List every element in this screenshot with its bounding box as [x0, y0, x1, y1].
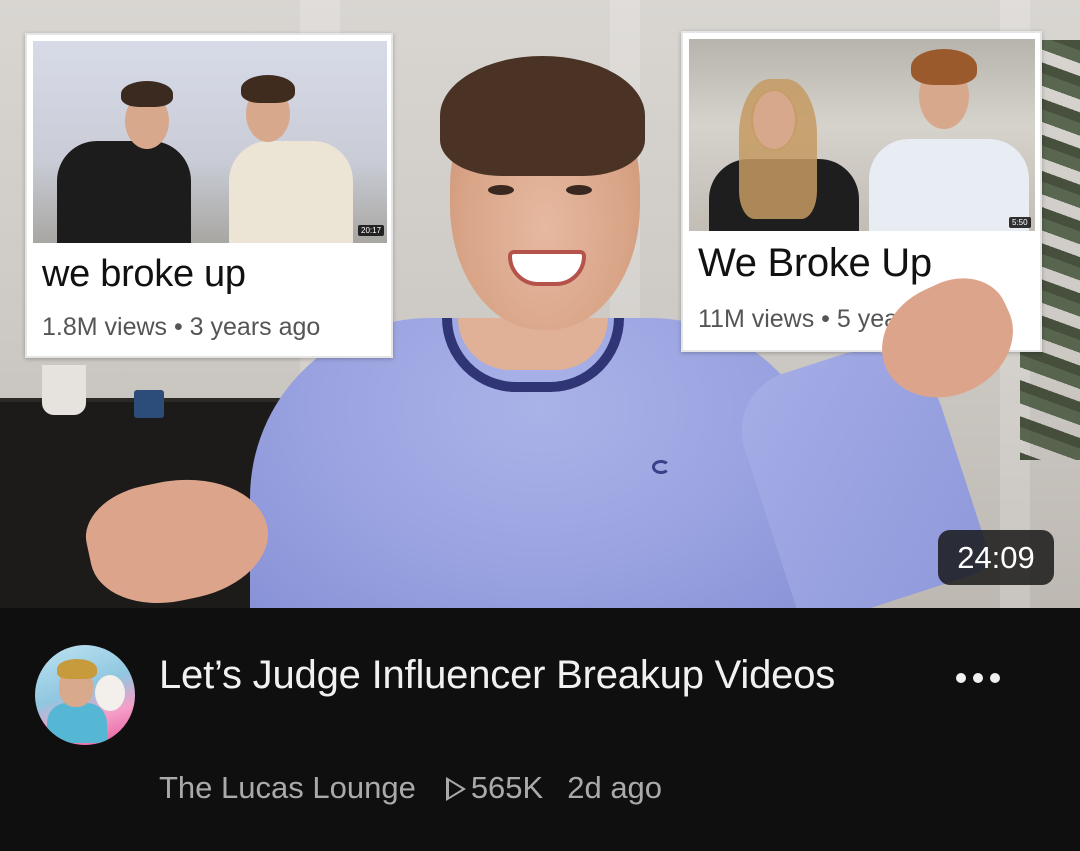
upload-age: 2d ago: [567, 770, 663, 805]
video-title[interactable]: Let’s Judge Influencer Breakup Videos: [159, 648, 859, 703]
brand-logo-icon: [652, 460, 670, 474]
mini-person-hair: [121, 81, 173, 107]
more-vertical-dots-icon: [990, 673, 1000, 683]
mini-person: [869, 139, 1029, 231]
more-vertical-dots-icon: [956, 673, 966, 683]
mini-person-face: [753, 91, 795, 149]
video-thumbnail[interactable]: 20:17 we broke up 1.8M views • 3 years a…: [0, 0, 1080, 608]
mini-person-hair: [911, 49, 977, 85]
video-duration-badge: 24:09: [938, 530, 1054, 585]
card-duration: 5:50: [1009, 217, 1031, 228]
more-options-button[interactable]: [946, 658, 1010, 698]
plant-pot: [42, 365, 86, 415]
avatar-figure-hair: [57, 659, 97, 679]
channel-name[interactable]: The Lucas Lounge: [159, 770, 416, 806]
vase: [134, 390, 164, 418]
card-image: 20:17: [33, 41, 387, 243]
mini-person-hair: [241, 75, 295, 103]
card-meta: 1.8M views • 3 years ago: [42, 313, 321, 341]
card-title: We Broke Up: [698, 241, 932, 285]
mini-person: [229, 141, 353, 243]
card-image: 5:50: [689, 39, 1035, 231]
person-eye: [488, 185, 514, 195]
card-title: we broke up: [42, 253, 246, 295]
person-eye: [566, 185, 592, 195]
card-duration: 20:17: [358, 225, 385, 236]
more-vertical-dots-icon: [973, 673, 983, 683]
video-meta: The Lucas Lounge 565K 2d ago: [159, 770, 662, 806]
video-info[interactable]: Let’s Judge Influencer Breakup Videos Th…: [0, 608, 1080, 851]
mini-person: [57, 141, 191, 243]
channel-avatar[interactable]: [35, 645, 135, 745]
person-hair: [440, 56, 645, 176]
thumbnail-card-1: 20:17 we broke up 1.8M views • 3 years a…: [25, 33, 393, 358]
view-count: 565K: [470, 770, 544, 805]
avatar-figure-body: [47, 703, 107, 743]
play-icon: [445, 777, 466, 801]
avatar-dog: [95, 675, 125, 711]
